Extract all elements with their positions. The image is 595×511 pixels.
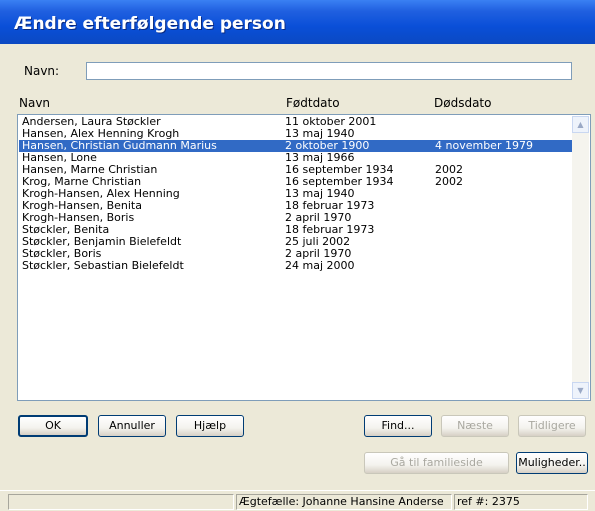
cancel-button[interactable]: Annuller bbox=[98, 415, 166, 437]
help-button[interactable]: Hjælp bbox=[176, 415, 244, 437]
status-left bbox=[8, 494, 234, 510]
birth-date: 24 maj 2000 bbox=[285, 259, 355, 272]
column-header-name[interactable]: Navn bbox=[19, 96, 50, 110]
column-header-died[interactable]: Dødsdato bbox=[434, 96, 491, 110]
vertical-scrollbar[interactable]: ▲ ▼ bbox=[572, 116, 589, 399]
scroll-down-icon[interactable]: ▼ bbox=[572, 382, 589, 399]
window-title: Ændre efterfølgende person bbox=[14, 14, 286, 34]
next-button[interactable]: Næste bbox=[441, 415, 509, 437]
death-date: 2002 bbox=[435, 175, 463, 188]
person-name: Støckler, Sebastian Bielefeldt bbox=[22, 259, 184, 272]
find-button[interactable]: Find... bbox=[364, 415, 432, 437]
dialog-window: Ændre efterfølgende person Navn: Navn Fø… bbox=[0, 0, 595, 511]
death-date: 4 november 1979 bbox=[435, 139, 533, 152]
column-header-born[interactable]: Fødtdato bbox=[286, 96, 340, 110]
previous-button[interactable]: Tidligere bbox=[518, 415, 586, 437]
family-page-button[interactable]: Gå til familieside bbox=[364, 452, 509, 474]
name-label: Navn: bbox=[24, 64, 60, 78]
name-search-input[interactable] bbox=[86, 62, 572, 80]
title-bar[interactable]: Ændre efterfølgende person bbox=[0, 0, 595, 44]
status-spouse: Ægtefælle: Johanne Hansine Anderse bbox=[236, 494, 452, 510]
status-bar: Ægtefælle: Johanne Hansine Anderse ref #… bbox=[0, 490, 595, 511]
list-item[interactable]: Støckler, Sebastian Bielefeldt 24 maj 200… bbox=[19, 260, 572, 272]
status-ref: ref #: 2375 bbox=[454, 494, 588, 510]
person-list[interactable]: Andersen, Laura Støckler 11 oktober 2001 H… bbox=[17, 114, 591, 401]
scroll-up-icon[interactable]: ▲ bbox=[572, 116, 589, 133]
ok-button[interactable]: OK bbox=[18, 415, 88, 437]
options-button[interactable]: Muligheder.. bbox=[516, 452, 588, 474]
